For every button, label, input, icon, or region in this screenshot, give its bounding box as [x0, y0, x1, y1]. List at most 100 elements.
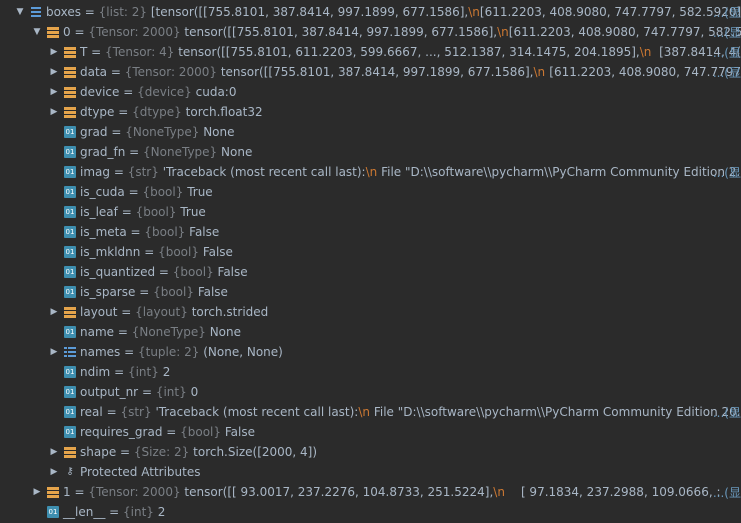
tree-row-real[interactable]: 01 real = {str} 'Traceback (most recent …	[0, 402, 741, 422]
tree-row-protected-attributes[interactable]: ▶ ⚷ Protected Attributes	[0, 462, 741, 482]
view-more-link[interactable]: ...(显	[711, 4, 741, 21]
var-type: {bool}	[172, 265, 214, 279]
var-type: {device}	[137, 85, 192, 99]
var-name: boxes	[46, 5, 81, 19]
tensor-icon	[64, 66, 76, 78]
tree-row-grad[interactable]: 01 grad = {NoneType} None	[0, 122, 741, 142]
var-name: output_nr	[80, 385, 139, 399]
var-name: data	[80, 65, 108, 79]
primitive-icon: 01	[64, 366, 76, 378]
var-type: {Tensor: 2000}	[88, 25, 181, 39]
var-value: 0	[190, 385, 199, 399]
chevron-right-icon[interactable]: ▶	[48, 346, 60, 358]
tree-row-imag[interactable]: 01 imag = {str} 'Traceback (most recent …	[0, 162, 741, 182]
view-more-link[interactable]: ...(显	[711, 484, 741, 501]
tree-row-requires_grad[interactable]: 01 requires_grad = {bool} False	[0, 422, 741, 442]
tree-row-device[interactable]: ▶ device = {device} cuda:0	[0, 82, 741, 102]
tree-row-is_leaf[interactable]: 01 is_leaf = {bool} True	[0, 202, 741, 222]
view-more-link[interactable]: ...(显	[711, 64, 741, 81]
object-icon	[64, 86, 76, 98]
var-value: [tensor([[755.8101, 387.8414, 997.1899, …	[150, 5, 469, 19]
chevron-down-icon[interactable]: ▼	[31, 26, 43, 38]
tree-row-is_cuda[interactable]: 01 is_cuda = {bool} True	[0, 182, 741, 202]
chevron-right-icon[interactable]: ▶	[48, 46, 60, 58]
var-value: torch.strided	[191, 305, 269, 319]
var-name: T	[80, 45, 88, 59]
var-value: torch.Size([2000, 4])	[193, 445, 318, 459]
chevron-right-icon[interactable]: ▶	[48, 306, 60, 318]
var-value-tail: [ 97.1834, 237.2988, 109.0666, :	[520, 485, 721, 499]
tree-row-name[interactable]: 01 name = {NoneType} None	[0, 322, 741, 342]
var-value: 'Traceback (most recent call last):	[155, 405, 359, 419]
var-type: {bool}	[158, 245, 199, 259]
tree-row-__len__[interactable]: 01 __len__ = {int} 2	[0, 502, 741, 522]
var-value: None	[221, 145, 253, 159]
var-type: {str}	[120, 405, 152, 419]
primitive-icon: 01	[64, 326, 76, 338]
var-name: grad	[80, 125, 108, 139]
var-value: 2	[157, 505, 166, 519]
var-value: cuda:0	[195, 85, 237, 99]
tree-row-shape[interactable]: ▶ shape = {Size: 2} torch.Size([2000, 4]…	[0, 442, 741, 462]
var-type: {Tensor: 2000}	[88, 485, 181, 499]
tree-row-dtype[interactable]: ▶ dtype = {dtype} torch.float32	[0, 102, 741, 122]
var-value: torch.float32	[185, 105, 263, 119]
var-type: {str}	[127, 165, 159, 179]
tree-row-is_sparse[interactable]: 01 is_sparse = {bool} False	[0, 282, 741, 302]
newline-escape: \n	[533, 65, 546, 79]
view-more-link[interactable]: ...(显	[711, 404, 741, 421]
var-name: shape	[80, 445, 117, 459]
chevron-right-icon[interactable]: ▶	[48, 86, 60, 98]
newline-escape: \n	[497, 25, 509, 39]
tree-row-T[interactable]: ▶ T = {Tensor: 4} tensor([[755.8101, 611…	[0, 42, 741, 62]
tree-row-output_nr[interactable]: 01 output_nr = {int} 0	[0, 382, 741, 402]
chevron-right-icon[interactable]: ▶	[48, 466, 60, 478]
tree-row-is_meta[interactable]: 01 is_meta = {bool} False	[0, 222, 741, 242]
chevron-right-icon[interactable]: ▶	[48, 66, 60, 78]
primitive-icon: 01	[64, 166, 76, 178]
primitive-icon: 01	[64, 246, 76, 258]
view-more-link[interactable]: ...(显	[711, 164, 741, 181]
tree-row-boxes[interactable]: ▼ boxes = {list: 2} [tensor([[755.8101, …	[0, 2, 741, 22]
var-name: name	[80, 325, 115, 339]
primitive-icon: 01	[64, 286, 76, 298]
var-type: {Tensor: 2000}	[124, 65, 217, 79]
chevron-right-icon[interactable]: ▶	[31, 486, 43, 498]
tree-row-ndim[interactable]: 01 ndim = {int} 2	[0, 362, 741, 382]
view-more-link[interactable]: ...(显	[711, 44, 741, 61]
var-type: {int}	[155, 385, 187, 399]
newline-escape: \n	[639, 45, 652, 59]
tree-row-0[interactable]: ▼ 0 = {Tensor: 2000} tensor([[755.8101, …	[0, 22, 741, 42]
primitive-icon: 01	[64, 426, 76, 438]
var-name: device	[80, 85, 120, 99]
chevron-right-icon[interactable]: ▶	[48, 446, 60, 458]
var-name: is_quantized	[80, 265, 156, 279]
var-value: 2	[162, 365, 171, 379]
list-icon	[30, 6, 42, 18]
chevron-down-icon[interactable]: ▼	[14, 6, 26, 18]
view-more-link[interactable]: ...(显	[711, 24, 741, 41]
chevron-right-icon[interactable]: ▶	[48, 106, 60, 118]
var-type: {tuple: 2}	[137, 345, 200, 359]
var-type: {NoneType}	[143, 145, 218, 159]
tensor-icon	[47, 26, 59, 38]
var-type: {int}	[123, 505, 154, 519]
newline-escape: \n	[468, 5, 480, 19]
var-value: False	[217, 265, 248, 279]
var-name: names	[80, 345, 121, 359]
newline-escape: \n	[365, 165, 378, 179]
tree-row-names[interactable]: ▶ names = {tuple: 2} (None, None)	[0, 342, 741, 362]
tree-row-grad_fn[interactable]: 01 grad_fn = {NoneType} None	[0, 142, 741, 162]
var-value: False	[189, 225, 220, 239]
object-icon	[64, 106, 76, 118]
tree-row-is_quantized[interactable]: 01 is_quantized = {bool} False	[0, 262, 741, 282]
tree-row-1[interactable]: ▶ 1 = {Tensor: 2000} tensor([[ 93.0017, …	[0, 482, 741, 502]
tree-row-is_mkldnn[interactable]: 01 is_mkldnn = {bool} False	[0, 242, 741, 262]
var-value: tensor([[755.8101, 611.2203, 599.6667, .…	[178, 45, 640, 59]
tree-row-data[interactable]: ▶ data = {Tensor: 2000} tensor([[755.810…	[0, 62, 741, 82]
var-type: {NoneType}	[131, 325, 206, 339]
var-name: 1	[63, 485, 71, 499]
var-value: False	[202, 245, 233, 259]
var-name: is_meta	[80, 225, 127, 239]
tree-row-layout[interactable]: ▶ layout = {layout} torch.strided	[0, 302, 741, 322]
